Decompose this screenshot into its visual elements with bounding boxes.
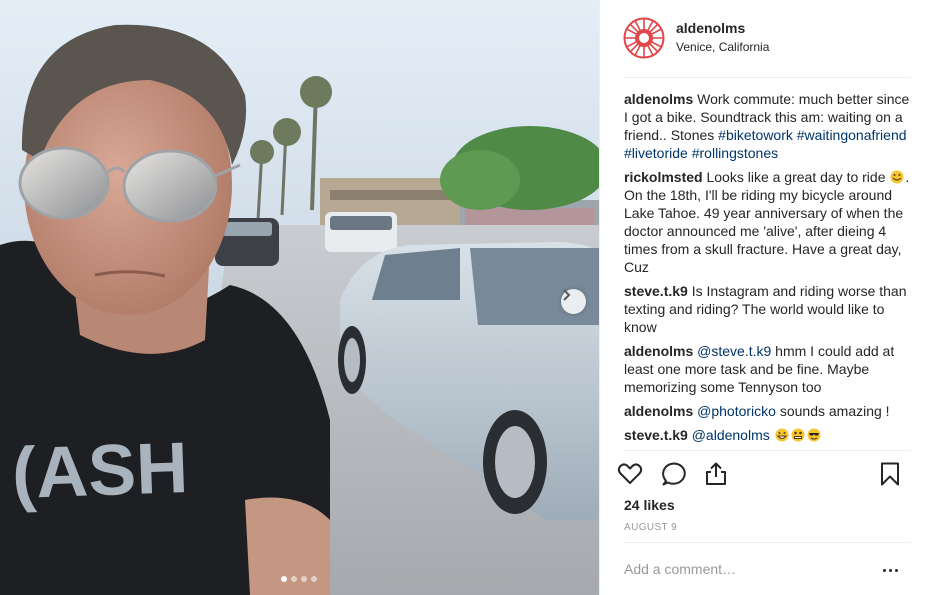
share-icon — [706, 462, 726, 485]
divider — [623, 542, 911, 543]
selfie-photo: (ASH — [0, 0, 599, 595]
carousel-dot — [311, 576, 317, 582]
post-author-username[interactable]: aldenolms — [676, 20, 745, 36]
grin-emoji-icon — [775, 428, 789, 442]
carousel-dot — [301, 576, 307, 582]
like-button[interactable] — [616, 460, 644, 488]
comment-username[interactable]: aldenolms — [624, 403, 693, 419]
comment-username[interactable]: steve.t.k9 — [624, 427, 688, 443]
comment: steve.t.k9 Is Instagram and riding worse… — [624, 282, 914, 336]
grimace-emoji-icon — [791, 428, 805, 442]
smile-emoji-icon — [890, 170, 904, 184]
comment: aldenolms @steve.t.k9 hmm I could add at… — [624, 342, 914, 396]
post-header: aldenolms Venice, California — [600, 0, 935, 78]
svg-text:(ASH: (ASH — [11, 428, 190, 514]
like-count[interactable]: 24 likes — [624, 497, 675, 513]
comment-icon — [662, 462, 686, 486]
sunglasses-emoji-icon — [807, 428, 821, 442]
heart-icon — [617, 463, 643, 484]
comment: aldenolms Work commute: much better sinc… — [624, 90, 914, 162]
hashtag-link[interactable]: #rollingstones — [692, 145, 778, 161]
comment-text: Looks like a great day to ride — [706, 169, 890, 185]
comment-username[interactable]: steve.t.k9 — [624, 283, 688, 299]
comment-text: sounds amazing ! — [775, 403, 890, 419]
post-location[interactable]: Venice, California — [676, 40, 769, 54]
carousel-dot — [291, 576, 297, 582]
chevron-right-icon — [563, 289, 571, 301]
comment: rickolmsted Looks like a great day to ri… — [624, 168, 914, 276]
mention-link[interactable]: @photoricko — [697, 403, 776, 419]
carousel-dot — [281, 576, 287, 582]
post-options-button[interactable] — [878, 560, 902, 580]
divider — [623, 77, 911, 78]
mention-link[interactable]: @steve.t.k9 — [697, 343, 771, 359]
add-comment-input[interactable] — [624, 558, 864, 580]
bookmark-icon — [881, 462, 899, 486]
carousel-next-button[interactable] — [561, 289, 586, 314]
more-icon — [882, 568, 886, 572]
hashtag-link[interactable]: #waitingonafriend — [797, 127, 907, 143]
comment-username[interactable]: aldenolms — [624, 91, 693, 107]
comments-list: aldenolms Work commute: much better sinc… — [624, 90, 914, 450]
comment-username[interactable]: aldenolms — [624, 343, 693, 359]
post-photo[interactable]: (ASH — [0, 0, 599, 595]
comment: steve.t.k9 @aldenolms — [624, 426, 914, 444]
avatar[interactable] — [623, 17, 665, 59]
save-button[interactable] — [876, 460, 904, 488]
comment-username[interactable]: rickolmsted — [624, 169, 703, 185]
divider — [623, 450, 911, 451]
carousel-indicator — [281, 576, 317, 582]
post-details-panel: aldenolms Venice, California aldenolms W… — [599, 0, 935, 595]
share-button[interactable] — [702, 460, 730, 488]
hashtag-link[interactable]: #livetoride — [624, 145, 688, 161]
mention-link[interactable]: @aldenolms — [692, 427, 770, 443]
post-actions — [616, 460, 920, 488]
avatar-image — [623, 17, 665, 59]
comment-button[interactable] — [660, 460, 688, 488]
post-date[interactable]: AUGUST 9 — [624, 522, 677, 533]
comment: aldenolms @photoricko sounds amazing ! — [624, 402, 914, 420]
hashtag-link[interactable]: #biketowork — [718, 127, 793, 143]
comment-text — [770, 427, 774, 443]
